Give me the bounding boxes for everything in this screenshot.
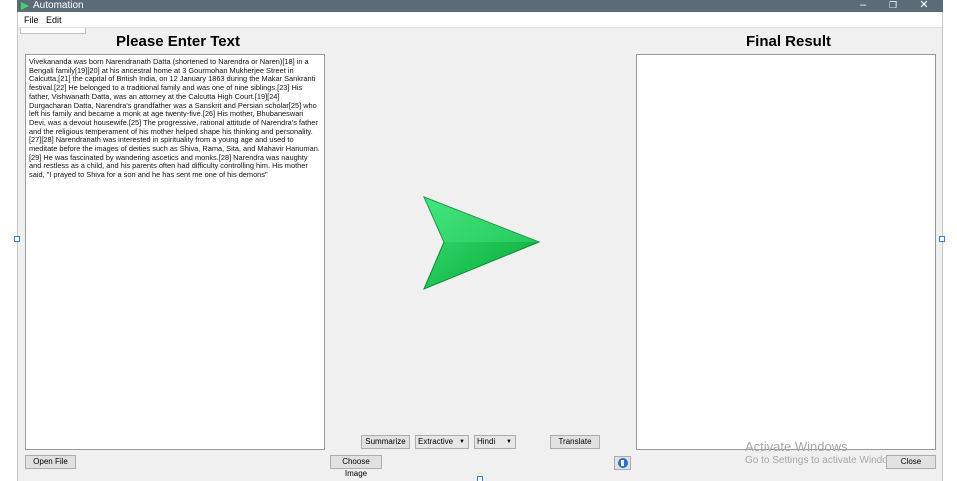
- result-heading: Final Result: [746, 33, 832, 50]
- summary-type-select[interactable]: Extractive ▼: [415, 435, 469, 449]
- chevron-down-icon: ▼: [459, 439, 465, 445]
- input-text: Vivekananda was born Narendranath Datta …: [29, 57, 320, 180]
- close-button[interactable]: Close: [886, 455, 936, 469]
- input-heading: Please Enter Text: [116, 33, 240, 50]
- restore-button[interactable]: ❐: [879, 0, 907, 12]
- activate-windows-subtitle: Go to Settings to activate Windows.: [745, 455, 903, 466]
- app-window: File Edit Please Enter Text Vivekananda …: [17, 12, 943, 481]
- speaker-button[interactable]: [614, 456, 631, 470]
- app-icon: [21, 2, 29, 10]
- menu-file[interactable]: File: [24, 14, 39, 26]
- summary-type-value: Extractive: [418, 437, 454, 446]
- summarize-button[interactable]: Summarize: [361, 435, 410, 449]
- translate-button[interactable]: Translate: [550, 435, 600, 449]
- menu-tab-strip: [20, 28, 86, 34]
- open-file-button[interactable]: Open File: [25, 455, 76, 469]
- title-bar[interactable]: Automation – ❐ ✕: [17, 0, 943, 12]
- minimize-button[interactable]: –: [849, 0, 877, 12]
- window-title: Automation: [33, 0, 84, 11]
- result-textarea[interactable]: [636, 54, 936, 450]
- menu-edit[interactable]: Edit: [46, 14, 62, 26]
- resize-handle[interactable]: [14, 236, 20, 242]
- resize-handle[interactable]: [477, 476, 483, 481]
- menu-bar: File Edit: [18, 12, 942, 28]
- choose-image-button[interactable]: Choose Image: [330, 455, 382, 478]
- green-play-arrow-icon[interactable]: [418, 195, 543, 292]
- speaker-icon: [618, 458, 628, 468]
- activate-windows-title: Activate Windows: [745, 439, 848, 454]
- chevron-down-icon: ▼: [506, 439, 512, 445]
- input-textarea[interactable]: Vivekananda was born Narendranath Datta …: [25, 54, 325, 450]
- result-text: [637, 55, 935, 58]
- resize-handle[interactable]: [939, 236, 945, 242]
- language-value: Hindi: [477, 437, 496, 446]
- close-window-button[interactable]: ✕: [910, 0, 938, 12]
- language-select[interactable]: Hindi ▼: [474, 435, 516, 449]
